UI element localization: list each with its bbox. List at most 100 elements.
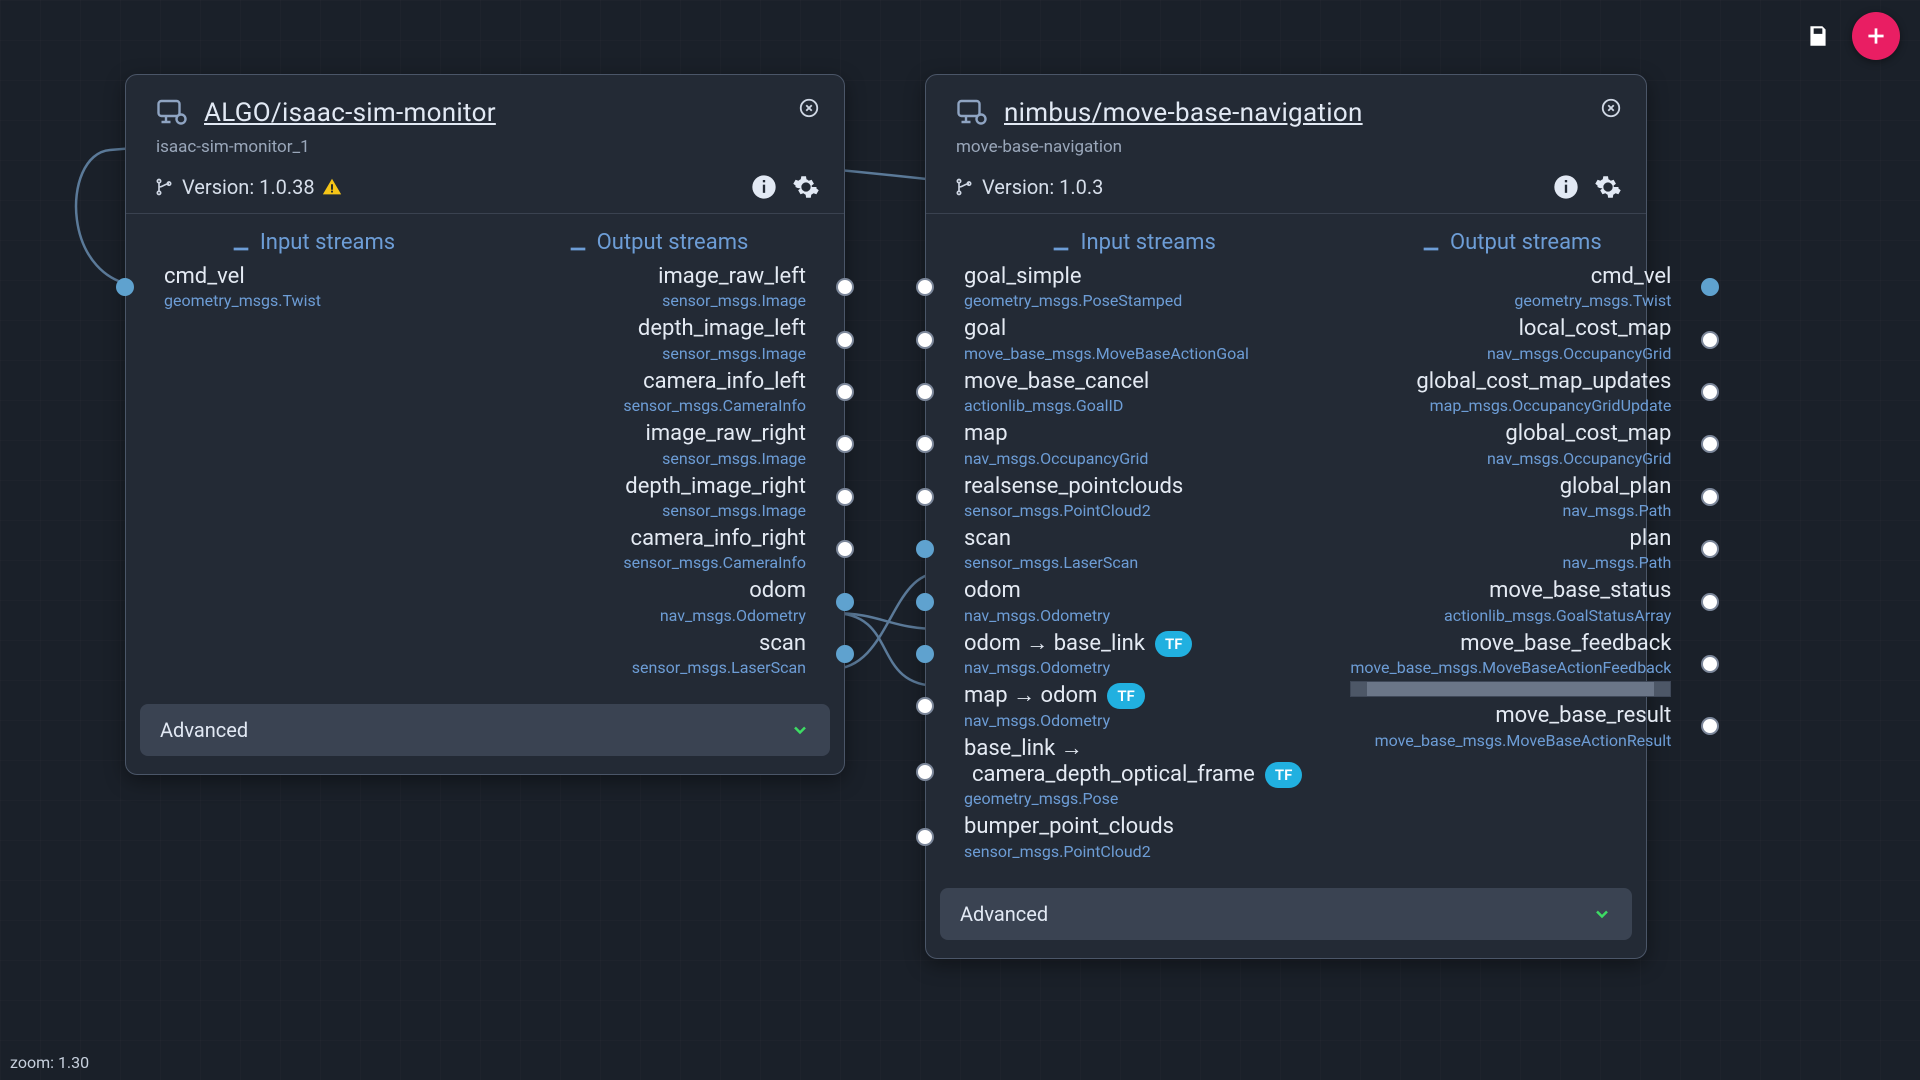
download-icon [1050, 232, 1072, 254]
stream-name: odom [964, 578, 1302, 604]
stream-output: depth_image_left sensor_msgs.Image [485, 313, 830, 365]
stream-type: sensor_msgs.Image [509, 449, 806, 468]
stream-name: realsense_pointclouds [964, 474, 1302, 500]
stream-output: global_plannav_msgs.Path [1326, 471, 1695, 523]
port-in[interactable] [916, 697, 934, 715]
stream-name: odom [509, 578, 806, 604]
port-out[interactable] [1701, 383, 1719, 401]
output-streams-column: Output streams image_raw_leftsensor_msgs… [485, 224, 830, 680]
stream-type: geometry_msgs.Pose [964, 789, 1302, 808]
port-out[interactable] [1701, 540, 1719, 558]
port-out[interactable] [1701, 717, 1719, 735]
port-in[interactable] [916, 540, 934, 558]
port-out[interactable] [836, 331, 854, 349]
port-out[interactable] [1701, 655, 1719, 673]
stream-output: scansensor_msgs.LaserScan [485, 628, 830, 680]
stream-type: move_base_msgs.MoveBaseActionFeedback [1350, 658, 1671, 677]
port-out[interactable] [1701, 331, 1719, 349]
warning-icon[interactable] [321, 176, 343, 198]
port-in[interactable] [916, 593, 934, 611]
output-streams-column: Output streams cmd_velgeometry_msgs.Twis… [1326, 224, 1695, 864]
port-in[interactable] [916, 488, 934, 506]
horizontal-scrollbar[interactable] [1350, 681, 1671, 697]
port-out[interactable] [1701, 488, 1719, 506]
stream-name: global_cost_map [1350, 421, 1671, 447]
stream-type: geometry_msgs.PoseStamped [964, 291, 1302, 310]
port-in[interactable] [916, 331, 934, 349]
advanced-toggle[interactable]: Advanced [140, 704, 830, 756]
stream-name: depth_image_left [509, 316, 806, 342]
input-streams-column: Input streams cmd_velgeometry_msgs.Twist [140, 224, 485, 680]
stream-type: sensor_msgs.Image [509, 344, 806, 363]
plus-icon [1863, 23, 1889, 49]
version-label: Version: 1.0.38 [182, 175, 315, 199]
port-out[interactable] [1701, 278, 1719, 296]
port-in[interactable] [116, 278, 134, 296]
save-button[interactable] [1800, 18, 1836, 54]
port-in[interactable] [916, 278, 934, 296]
upload-icon [567, 232, 589, 254]
stream-type: sensor_msgs.PointCloud2 [964, 501, 1302, 520]
branch-icon [154, 177, 174, 197]
stream-output: image_raw_leftsensor_msgs.Image [485, 261, 830, 313]
port-in[interactable] [916, 383, 934, 401]
node-isaac-sim-monitor[interactable]: ALGO/isaac-sim-monitor isaac-sim-monitor… [125, 74, 845, 775]
port-out[interactable] [836, 593, 854, 611]
stream-input: goalmove_base_msgs.MoveBaseActionGoal [940, 313, 1326, 365]
save-icon [1805, 23, 1831, 49]
stream-type: nav_msgs.OccupancyGrid [1350, 449, 1671, 468]
port-out[interactable] [1701, 593, 1719, 611]
stream-name: depth_image_right [509, 474, 806, 500]
port-in[interactable] [916, 763, 934, 781]
info-icon[interactable] [750, 173, 778, 201]
stream-type: sensor_msgs.Image [509, 291, 806, 310]
stream-output: move_base_resultmove_base_msgs.MoveBaseA… [1326, 700, 1695, 752]
stream-name: global_cost_map_updates [1350, 369, 1671, 395]
port-out[interactable] [836, 383, 854, 401]
stream-name: camera_info_left [509, 369, 806, 395]
node-subtitle: move-base-navigation [956, 137, 1618, 157]
port-out[interactable] [836, 488, 854, 506]
node-title[interactable]: ALGO/isaac-sim-monitor [204, 98, 496, 128]
close-icon[interactable] [798, 97, 820, 119]
component-icon [954, 95, 990, 131]
close-icon[interactable] [1600, 97, 1622, 119]
stream-type: map_msgs.OccupancyGridUpdate [1350, 396, 1671, 415]
node-subtitle: isaac-sim-monitor_1 [156, 137, 816, 157]
stream-name: map → odomTF [964, 683, 1302, 709]
node-graph-canvas[interactable]: ALGO/isaac-sim-monitor isaac-sim-monitor… [0, 0, 1920, 1080]
gear-icon[interactable] [792, 173, 820, 201]
chevron-down-icon [790, 720, 810, 740]
stream-output: odomnav_msgs.Odometry [485, 575, 830, 627]
node-move-base-navigation[interactable]: nimbus/move-base-navigation move-base-na… [925, 74, 1647, 959]
stream-type: sensor_msgs.CameraInfo [509, 396, 806, 415]
tf-badge: TF [1265, 762, 1302, 788]
port-out[interactable] [836, 278, 854, 296]
port-out[interactable] [836, 645, 854, 663]
stream-output: move_base_statusactionlib_msgs.GoalStatu… [1326, 575, 1695, 627]
stream-output: image_raw_right sensor_msgs.Image [485, 418, 830, 470]
port-in[interactable] [916, 435, 934, 453]
stream-output: global_cost_map_updatesmap_msgs.Occupanc… [1326, 366, 1695, 418]
advanced-label: Advanced [960, 902, 1048, 926]
port-out[interactable] [1701, 435, 1719, 453]
advanced-toggle[interactable]: Advanced [940, 888, 1632, 940]
stream-output: camera_info_rightsensor_msgs.CameraInfo [485, 523, 830, 575]
add-button[interactable] [1852, 12, 1900, 60]
gear-icon[interactable] [1594, 173, 1622, 201]
port-in[interactable] [916, 645, 934, 663]
port-out[interactable] [836, 540, 854, 558]
advanced-label: Advanced [160, 718, 248, 742]
stream-type: geometry_msgs.Twist [164, 291, 461, 310]
upload-icon [1420, 232, 1442, 254]
stream-type: move_base_msgs.MoveBaseActionGoal [964, 344, 1302, 363]
stream-name: image_raw_right [509, 421, 806, 447]
port-out[interactable] [836, 435, 854, 453]
stream-name: local_cost_map [1350, 316, 1671, 342]
port-in[interactable] [916, 828, 934, 846]
stream-name: move_base_status [1350, 578, 1671, 604]
info-icon[interactable] [1552, 173, 1580, 201]
stream-type: nav_msgs.Path [1350, 553, 1671, 572]
node-title[interactable]: nimbus/move-base-navigation [1004, 98, 1363, 128]
stream-input: realsense_pointcloudssensor_msgs.PointCl… [940, 471, 1326, 523]
